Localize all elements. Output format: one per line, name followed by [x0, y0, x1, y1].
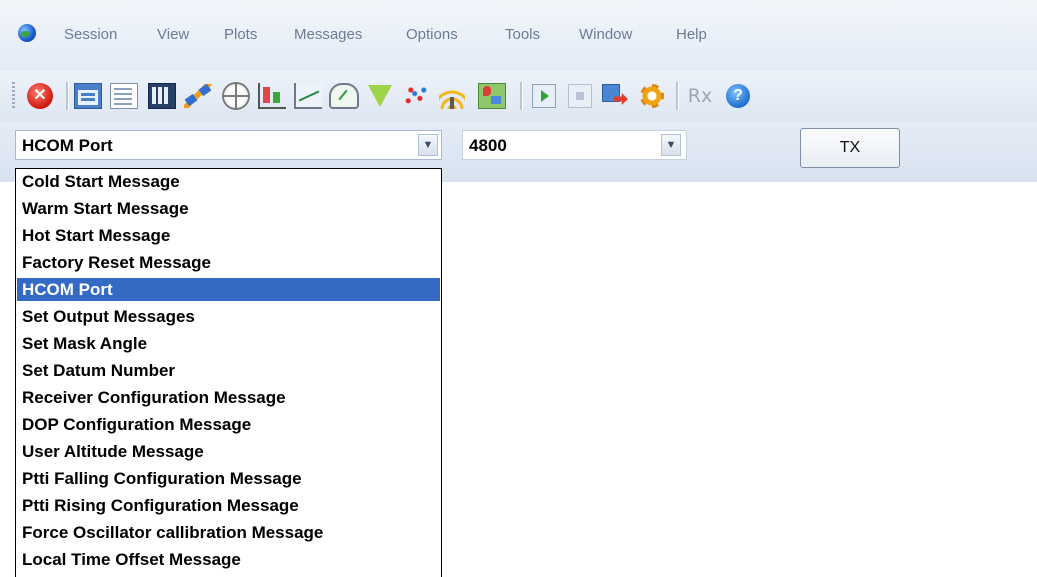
map-icon — [478, 83, 506, 109]
message-type-value: HCOM Port — [22, 136, 113, 155]
stop-button[interactable] — [564, 80, 596, 112]
rx-icon: Rx — [687, 85, 713, 107]
session-window-button[interactable] — [72, 80, 104, 112]
play-button[interactable] — [528, 80, 560, 112]
menu-help[interactable]: Help — [676, 26, 707, 43]
filter-button[interactable] — [364, 80, 396, 112]
message-type-select[interactable]: HCOM Port ▼ — [15, 130, 442, 160]
message-type-dropdown-list: Cold Start Message Warm Start Message Ho… — [15, 168, 442, 577]
menu-bar: Session View Plots Messages Options Tool… — [0, 0, 1037, 70]
satellite-button[interactable] — [182, 80, 214, 112]
dropdown-option[interactable]: Receiver Configuration Message — [17, 386, 440, 409]
dropdown-option[interactable]: Hot Start Message — [17, 224, 440, 247]
map-button[interactable] — [476, 80, 508, 112]
toolbar-grip[interactable] — [12, 82, 15, 110]
dropdown-option[interactable]: Ptti Falling Configuration Message — [17, 467, 440, 490]
app-window: Session View Plots Messages Options Tool… — [0, 0, 1037, 577]
tx-button[interactable]: TX — [800, 128, 900, 168]
help-icon: ? — [726, 84, 750, 108]
rx-button[interactable]: Rx — [684, 80, 716, 112]
close-icon: ✕ — [27, 83, 53, 109]
signal-button[interactable] — [436, 80, 468, 112]
scatter-plot-icon — [403, 84, 429, 108]
stop-icon — [568, 84, 592, 108]
help-button[interactable]: ? — [722, 80, 754, 112]
toolbar: ✕ Rx ? — [0, 70, 1037, 122]
export-icon — [602, 84, 630, 108]
gauge-icon — [329, 83, 359, 109]
menu-options[interactable]: Options — [406, 26, 458, 43]
dropdown-option[interactable]: Ptti Rising Configuration Message — [17, 494, 440, 517]
menu-window[interactable]: Window — [579, 26, 632, 43]
scatter-plot-button[interactable] — [400, 80, 432, 112]
dropdown-option[interactable]: Warm Start Message — [17, 197, 440, 220]
settings-button[interactable] — [636, 80, 668, 112]
line-plot-icon — [294, 83, 322, 109]
menu-messages[interactable]: Messages — [294, 26, 362, 43]
menu-plots[interactable]: Plots — [224, 26, 257, 43]
export-button[interactable] — [600, 80, 632, 112]
line-plot-button[interactable] — [292, 80, 324, 112]
baud-rate-select[interactable]: 4800 ▼ — [462, 130, 687, 160]
dropdown-option[interactable]: User Altitude Message — [17, 440, 440, 463]
dropdown-option[interactable]: Set Datum Number — [17, 359, 440, 382]
menu-tools[interactable]: Tools — [505, 26, 540, 43]
close-button[interactable]: ✕ — [24, 80, 56, 112]
toolbar-separator — [676, 82, 679, 110]
play-icon — [532, 84, 556, 108]
toolbar-separator — [520, 82, 523, 110]
session-window-icon — [74, 83, 102, 109]
radar-icon — [222, 82, 250, 110]
dropdown-option[interactable]: Local Time Offset Message — [17, 548, 440, 571]
filter-icon — [368, 85, 392, 107]
dropdown-option[interactable]: Set Output Messages — [17, 305, 440, 328]
bar-chart-icon — [258, 83, 286, 109]
dropdown-option[interactable]: Force Oscillator callibration Message — [17, 521, 440, 544]
chevron-down-icon[interactable]: ▼ — [661, 134, 681, 156]
settings-gear-icon — [640, 84, 664, 108]
app-globe-icon — [18, 24, 36, 42]
radar-button[interactable] — [220, 80, 252, 112]
data-grid-icon — [148, 83, 176, 109]
dropdown-option[interactable]: DOP Configuration Message — [17, 413, 440, 436]
dropdown-option[interactable]: Factory Reset Message — [17, 251, 440, 274]
signal-icon — [439, 83, 465, 109]
chevron-down-icon[interactable]: ▼ — [418, 134, 438, 156]
data-grid-button[interactable] — [146, 80, 178, 112]
baud-rate-value: 4800 — [469, 136, 507, 155]
gauge-button[interactable] — [328, 80, 360, 112]
dropdown-option-selected[interactable]: HCOM Port — [17, 278, 440, 301]
menu-session[interactable]: Session — [64, 26, 117, 43]
dropdown-option[interactable]: Set Mask Angle — [17, 332, 440, 355]
bar-chart-button[interactable] — [256, 80, 288, 112]
satellite-icon — [184, 84, 212, 108]
list-view-button[interactable] — [108, 80, 140, 112]
menu-view[interactable]: View — [157, 26, 189, 43]
list-view-icon — [110, 83, 138, 109]
toolbar-separator — [66, 82, 69, 110]
dropdown-option[interactable]: Cold Start Message — [17, 170, 440, 193]
